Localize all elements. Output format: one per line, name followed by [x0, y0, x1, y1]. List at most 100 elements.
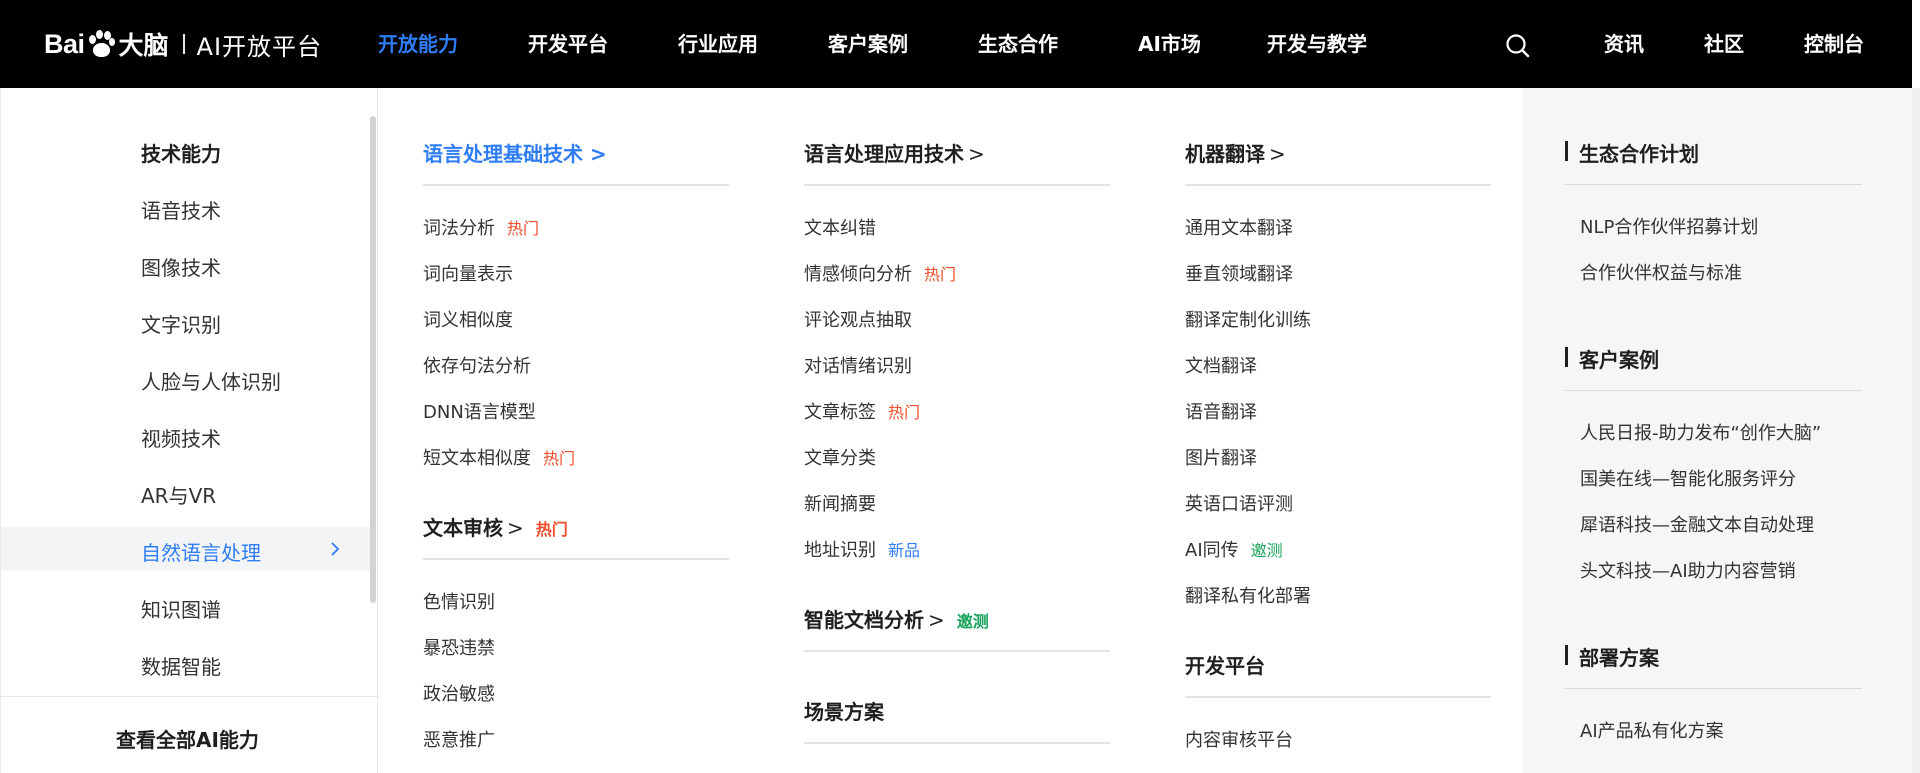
- category-video[interactable]: 视频技术: [1, 413, 371, 457]
- link-short-text-similarity[interactable]: 短文本相似度 热门: [423, 444, 575, 470]
- link-domain-translation[interactable]: 垂直领域翻译: [1185, 260, 1293, 286]
- category-scrollbar[interactable]: [370, 116, 376, 603]
- nav-console[interactable]: 控制台: [1804, 28, 1864, 57]
- link-article-tags[interactable]: 文章标签 热门: [804, 398, 920, 424]
- nav-ecosystem[interactable]: 生态合作: [978, 28, 1058, 57]
- section-divider: [804, 650, 1110, 652]
- link-terror-detection[interactable]: 暴恐违禁: [423, 634, 495, 660]
- chevron-right-icon: [331, 542, 340, 556]
- link-general-text-translation[interactable]: 通用文本翻译: [1185, 214, 1293, 240]
- section-head-dev-platform[interactable]: 开发平台: [1185, 650, 1265, 679]
- hot-tag: 热门: [535, 520, 568, 539]
- logo-divider: [182, 34, 185, 54]
- link-case-gome[interactable]: 国美在线—智能化服务评分: [1580, 465, 1796, 491]
- link-dialog-emotion[interactable]: 对话情绪识别: [804, 352, 912, 378]
- nav-ai-market[interactable]: AI市场: [1138, 28, 1201, 57]
- link-document-translation[interactable]: 文档翻译: [1185, 352, 1257, 378]
- category-panel-title: 技术能力: [141, 142, 221, 166]
- category-divider: [1, 696, 379, 697]
- nav-industry-apps[interactable]: 行业应用: [678, 28, 758, 57]
- nav-news[interactable]: 资讯: [1604, 28, 1644, 57]
- link-private-deploy[interactable]: 翻译私有化部署: [1185, 582, 1311, 608]
- section-divider: [423, 184, 729, 186]
- link-word-embedding[interactable]: 词向量表示: [423, 260, 513, 286]
- category-label: 人脸与人体识别: [141, 370, 281, 394]
- category-ar-vr[interactable]: AR与VR: [1, 470, 371, 514]
- section-head-machine-translation[interactable]: 机器翻译 >: [1185, 138, 1286, 167]
- link-speech-translation[interactable]: 语音翻译: [1185, 398, 1257, 424]
- section-divider: [423, 558, 729, 560]
- nav-customer-cases[interactable]: 客户案例: [828, 28, 908, 57]
- section-divider: [804, 184, 1110, 186]
- link-lexical-analysis[interactable]: 词法分析 热门: [423, 214, 539, 240]
- link-oral-english-eval[interactable]: 英语口语评测: [1185, 490, 1293, 516]
- link-private-deployment-solution[interactable]: AI产品私有化方案: [1580, 717, 1724, 743]
- logo-platform-text: AI开放平台: [196, 32, 323, 61]
- hot-tag: 热门: [507, 219, 540, 238]
- invite-tag: 邀测: [956, 612, 989, 631]
- link-malicious-promotion[interactable]: 恶意推广: [423, 726, 495, 752]
- section-head-scenario[interactable]: 场景方案: [804, 696, 884, 725]
- paw-icon: [86, 29, 116, 59]
- link-partner-benefits[interactable]: 合作伙伴权益与标准: [1580, 259, 1742, 285]
- nav-dev-platform[interactable]: 开发平台: [528, 28, 608, 57]
- ecosystem-side-panel: 生态合作计划 NLP合作伙伴招募计划 合作伙伴权益与标准 客户案例 人民日报-助…: [1522, 88, 1920, 773]
- link-content-review-platform[interactable]: 内容审核平台: [1185, 726, 1293, 752]
- category-label: 语音技术: [141, 199, 221, 223]
- category-data-intelligence[interactable]: 数据智能: [1, 641, 371, 685]
- link-case-peoples-daily[interactable]: 人民日报-助力发布“创作大脑”: [1580, 419, 1821, 445]
- category-label: AR与VR: [141, 484, 217, 508]
- link-image-translation[interactable]: 图片翻译: [1185, 444, 1257, 470]
- category-label: 视频技术: [141, 427, 221, 451]
- capability-category-panel: 技术能力 语音技术 图像技术 文字识别 人脸与人体识别 视频技术 AR与VR 自…: [0, 88, 379, 773]
- link-political-sensitive[interactable]: 政治敏感: [423, 680, 495, 706]
- link-sentiment-analysis[interactable]: 情感倾向分析 热门: [804, 260, 956, 286]
- section-head-nlp-basic[interactable]: 语言处理基础技术 >: [423, 138, 607, 167]
- link-dnn-language-model[interactable]: DNN语言模型: [423, 398, 536, 424]
- link-address-recognition[interactable]: 地址识别 新品: [804, 536, 920, 562]
- logo-baidu-wordmark: Bai: [44, 29, 117, 60]
- category-label: 文字识别: [141, 313, 221, 337]
- link-porn-detection[interactable]: 色情识别: [423, 588, 495, 614]
- category-knowledge-graph[interactable]: 知识图谱: [1, 584, 371, 628]
- section-head-deployment: 部署方案: [1565, 642, 1659, 671]
- baidu-ai-logo[interactable]: Bai 大脑 AI开放平台: [44, 20, 322, 68]
- nav-open-capabilities[interactable]: 开放能力: [378, 28, 458, 57]
- link-nlp-partner-recruit[interactable]: NLP合作伙伴招募计划: [1580, 213, 1758, 239]
- section-divider: [804, 742, 1110, 744]
- page-scrollbar[interactable]: [1912, 88, 1920, 773]
- section-head-text-review[interactable]: 文本审核 > 热门: [423, 512, 568, 541]
- view-all-capabilities-link[interactable]: 查看全部AI能力: [116, 724, 259, 753]
- link-word-similarity[interactable]: 词义相似度: [423, 306, 513, 332]
- category-label: 图像技术: [141, 256, 221, 280]
- section-divider: [1185, 184, 1491, 186]
- category-ocr[interactable]: 文字识别: [1, 299, 371, 343]
- link-opinion-extraction[interactable]: 评论观点抽取: [804, 306, 912, 332]
- hot-tag: 热门: [543, 449, 576, 468]
- link-news-summary[interactable]: 新闻摘要: [804, 490, 876, 516]
- new-tag: 新品: [888, 541, 921, 560]
- category-speech[interactable]: 语音技术: [1, 185, 371, 229]
- nav-dev-teaching[interactable]: 开发与教学: [1267, 28, 1367, 57]
- category-image[interactable]: 图像技术: [1, 242, 371, 286]
- hot-tag: 热门: [924, 265, 957, 284]
- link-case-touwen[interactable]: 头文科技—AI助力内容营销: [1580, 557, 1796, 583]
- category-label: 知识图谱: [141, 598, 221, 622]
- section-head-ecosystem-plan: 生态合作计划: [1565, 138, 1699, 167]
- category-face-body[interactable]: 人脸与人体识别: [1, 356, 371, 400]
- section-head-nlp-applied[interactable]: 语言处理应用技术 >: [804, 138, 985, 167]
- invite-tag: 邀测: [1250, 541, 1283, 560]
- logo-dana-text: 大脑: [118, 31, 169, 60]
- link-custom-training[interactable]: 翻译定制化训练: [1185, 306, 1311, 332]
- link-case-xiyu[interactable]: 犀语科技—金融文本自动处理: [1580, 511, 1814, 537]
- link-text-correction[interactable]: 文本纠错: [804, 214, 876, 240]
- nav-community[interactable]: 社区: [1704, 28, 1744, 57]
- link-article-classification[interactable]: 文章分类: [804, 444, 876, 470]
- link-dependency-parsing[interactable]: 依存句法分析: [423, 352, 531, 378]
- section-head-doc-analysis[interactable]: 智能文档分析 > 邀测: [804, 604, 989, 633]
- link-ai-simultaneous[interactable]: AI同传 邀测: [1185, 536, 1283, 562]
- category-nlp[interactable]: 自然语言处理: [1, 527, 371, 571]
- category-label: 数据智能: [141, 655, 221, 679]
- search-icon[interactable]: [1505, 33, 1531, 59]
- section-divider: [1565, 390, 1862, 391]
